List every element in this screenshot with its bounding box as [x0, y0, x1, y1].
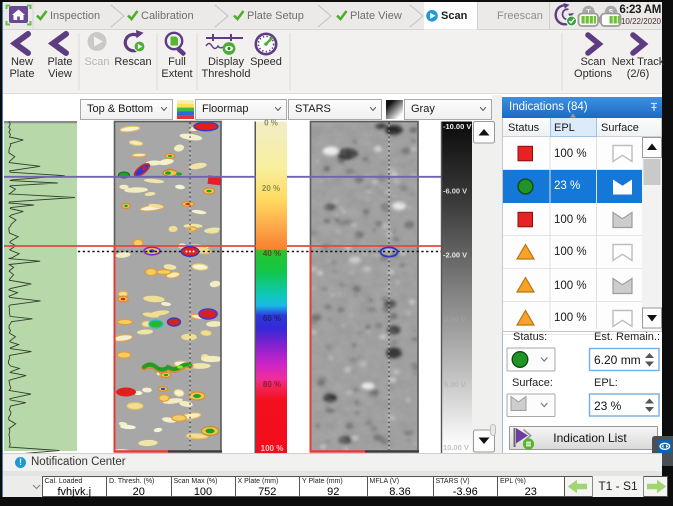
svg-text:-6.00 V: -6.00 V: [443, 187, 467, 196]
svg-text:60 %: 60 %: [263, 314, 281, 323]
svg-text:100 %: 100 %: [261, 444, 284, 453]
svg-text:20 %: 20 %: [262, 184, 280, 193]
svg-text:40 %: 40 %: [263, 249, 281, 258]
svg-text:-10.00 V: -10.00 V: [443, 122, 471, 131]
svg-text:80 %: 80 %: [263, 380, 281, 389]
svg-text:10.00 V: 10.00 V: [443, 443, 469, 452]
svg-text:-2.00 V: -2.00 V: [443, 251, 467, 260]
svg-text:6.00 V: 6.00 V: [444, 380, 466, 389]
svg-text:0 %: 0 %: [264, 119, 278, 128]
svg-text:2.00 V: 2.00 V: [444, 315, 466, 324]
